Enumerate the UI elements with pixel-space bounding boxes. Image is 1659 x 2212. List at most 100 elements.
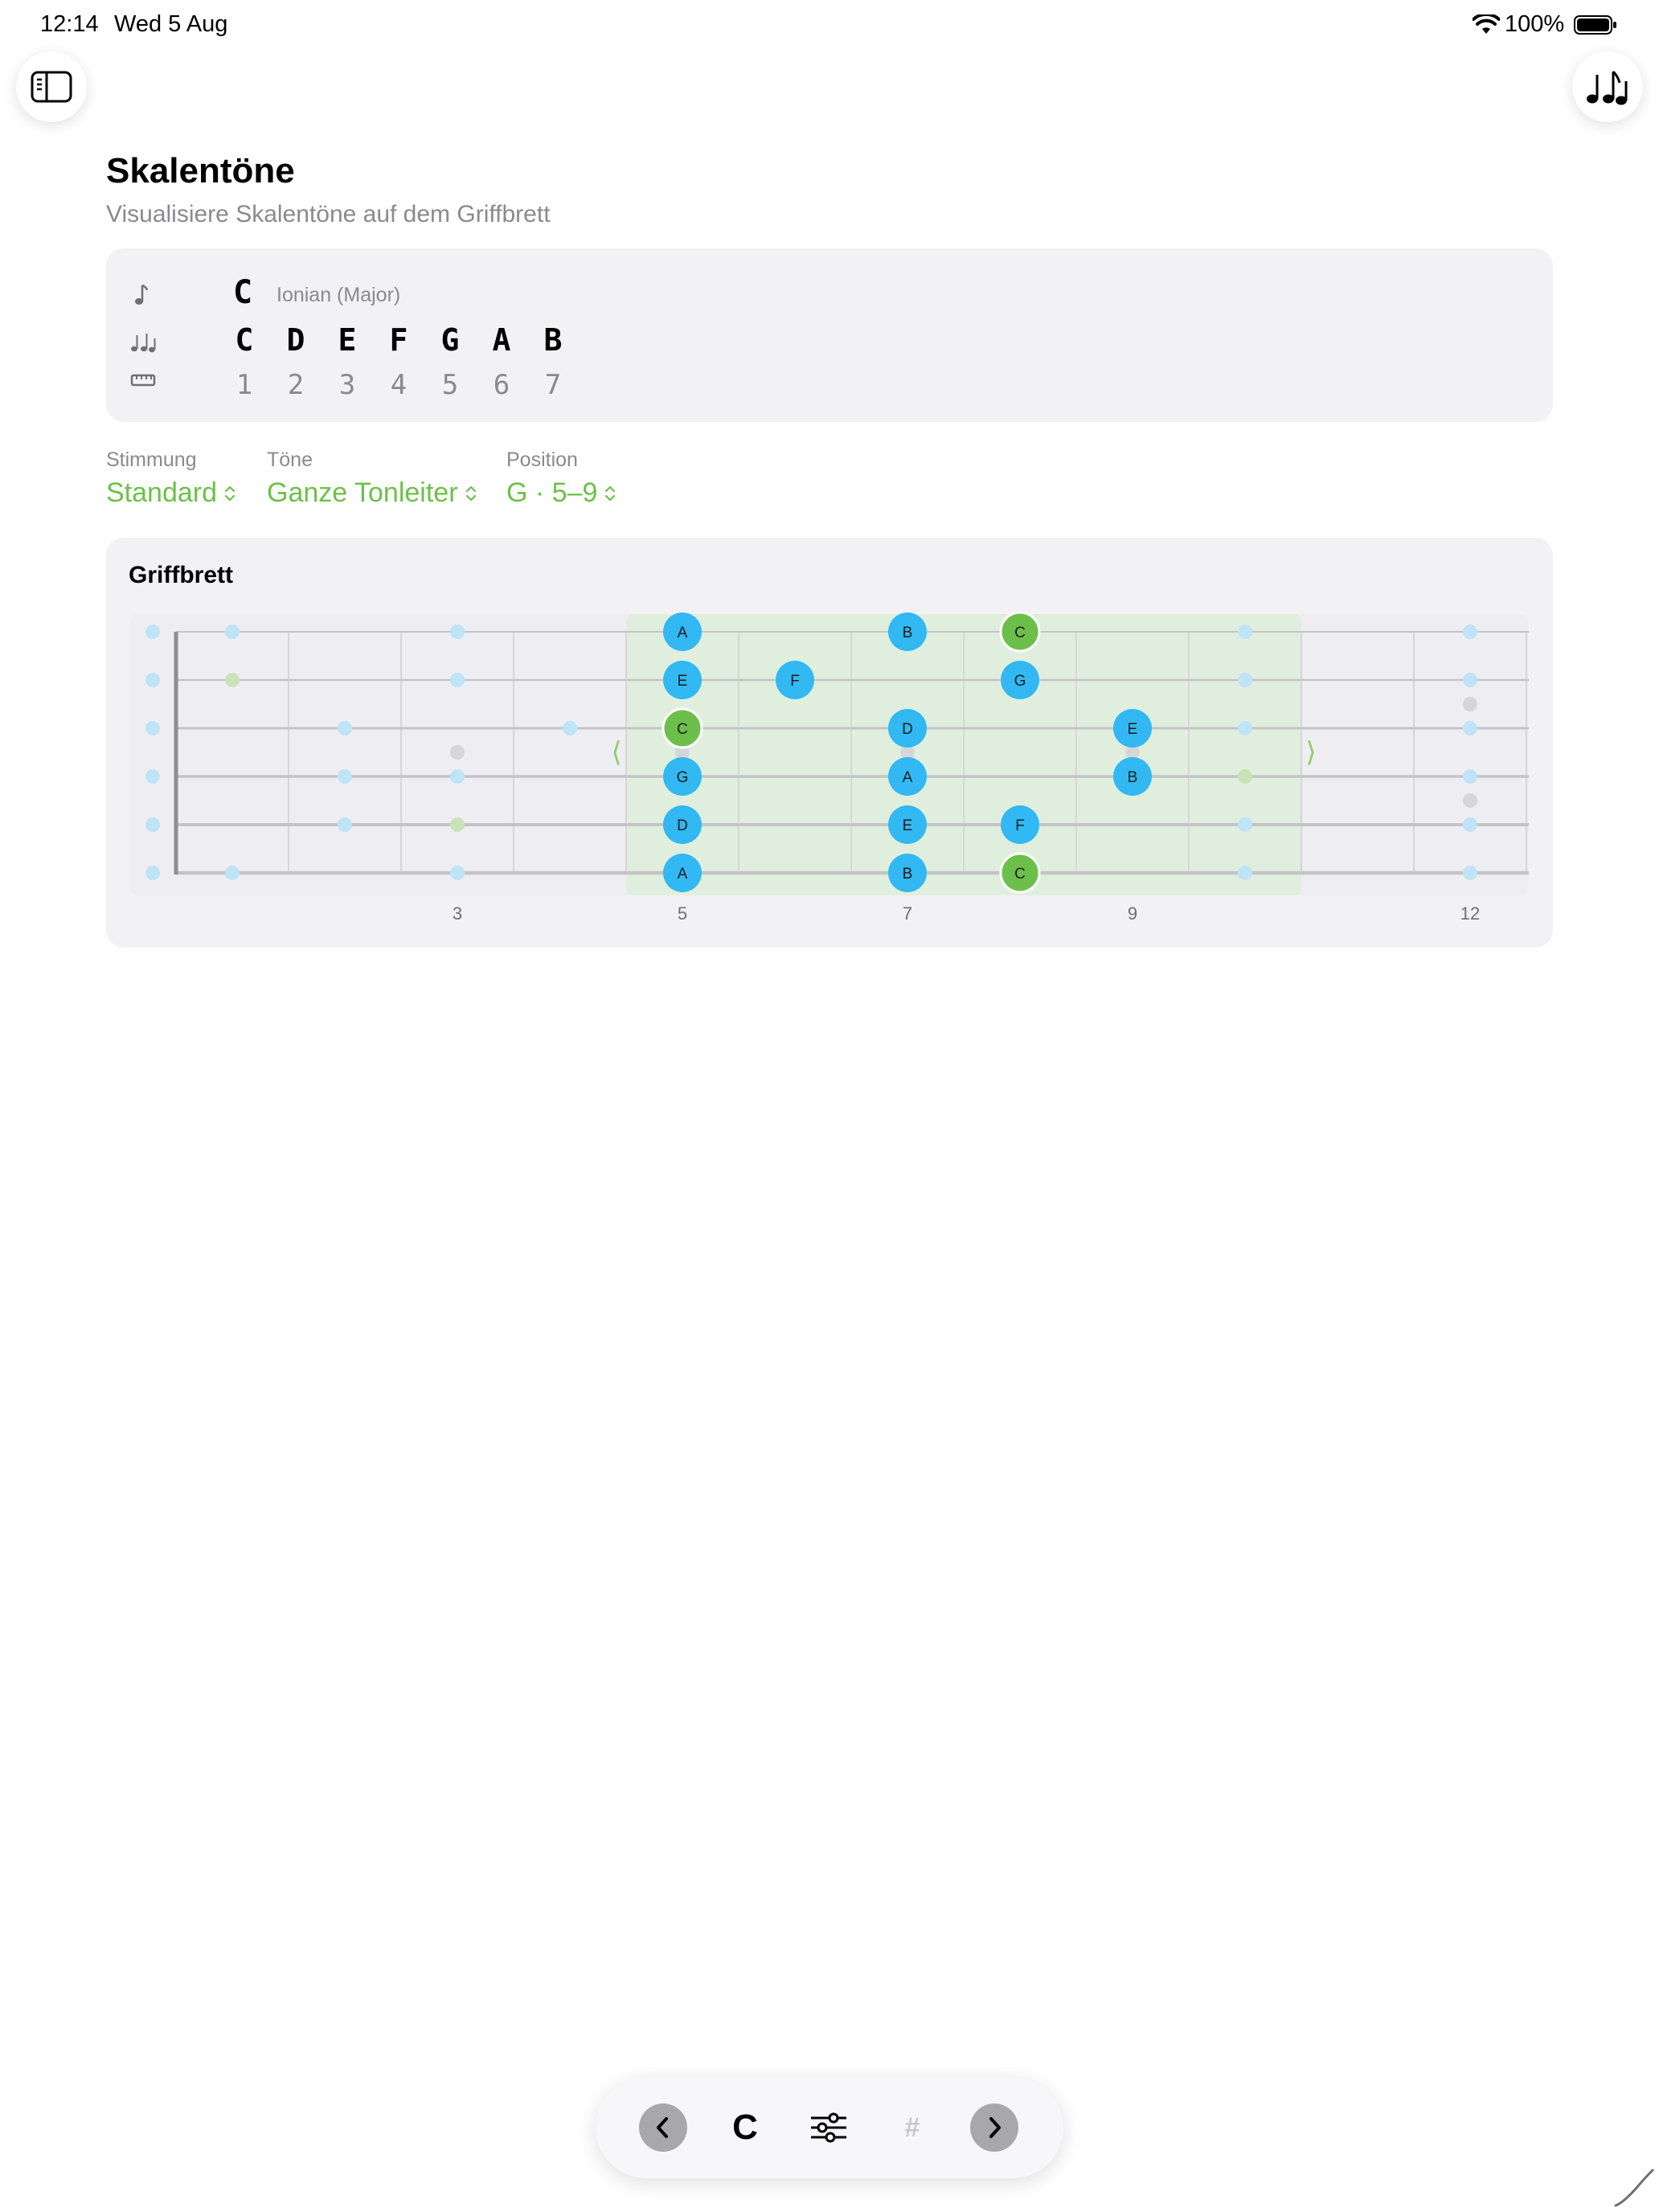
fretboard[interactable]: ⟨ ⟩ A B C E F G C D E G A B D E F A B C 3 5 7 9 12: [106, 538, 1553, 948]
faded-note-dot: [225, 673, 240, 687]
note-marker-label: A: [678, 625, 688, 641]
note-marker-label: E: [903, 817, 913, 834]
music-note-icon: [135, 284, 149, 305]
faded-note-dot: [450, 625, 465, 639]
faded-note-dot: [563, 721, 577, 735]
note-marker-label: A: [903, 769, 913, 786]
faded-note-dot: [145, 625, 160, 639]
page-subtitle: Visualisiere Skalentöne auf dem Griffbre…: [106, 201, 551, 227]
inlay-dot: [450, 745, 465, 760]
previous-key-button[interactable]: [639, 2103, 687, 2152]
faded-note-dot: [1238, 866, 1252, 880]
scale-note: D: [286, 322, 305, 358]
pencil-stroke-icon: [1614, 2169, 1654, 2207]
scale-note: G: [440, 322, 460, 358]
accidental-button[interactable]: #: [888, 2103, 936, 2152]
faded-note-dot: [145, 673, 160, 687]
note-marker-label: F: [790, 673, 800, 690]
music-button[interactable]: [1572, 51, 1643, 122]
faded-note-dot: [1238, 673, 1252, 687]
faded-note-dot: [1238, 769, 1252, 784]
note-marker-label: G: [1014, 673, 1026, 690]
fret-number-label: 7: [903, 903, 912, 924]
inlay-dot: [1463, 697, 1477, 711]
wifi-icon: [1473, 14, 1500, 34]
faded-note-dot: [338, 721, 352, 735]
faded-note-dot: [1463, 866, 1477, 880]
status-bar: 12:14 Wed 5 Aug 100%: [0, 0, 1659, 51]
key-button[interactable]: C: [721, 2103, 769, 2152]
faded-note-dot: [1238, 721, 1252, 735]
sidebar-toggle-button[interactable]: [16, 51, 87, 122]
faded-note-dot: [145, 866, 160, 880]
settings-button[interactable]: [805, 2103, 853, 2152]
chevron-left-icon: [657, 2117, 668, 2138]
fretboard-card: Griffbrett ⟨ ⟩ A B C E F G C D E G A B D E F A B C 3 5 7 9 12: [106, 538, 1553, 948]
position-value: G · 5–9: [506, 477, 598, 508]
scale-name: Ionian (Major): [276, 284, 401, 306]
scale-degree: 1: [236, 369, 253, 401]
note-marker-label: G: [677, 769, 689, 786]
scale-degree: 7: [544, 369, 562, 401]
scale-note: A: [492, 322, 511, 358]
chevron-up-down-icon: [605, 485, 616, 501]
tones-label: Töne: [267, 449, 313, 471]
faded-note-dot: [1463, 769, 1477, 784]
position-picker[interactable]: G · 5–9: [506, 477, 616, 509]
tuning-value: Standard: [106, 477, 217, 508]
tuning-picker[interactable]: Standard: [106, 477, 236, 509]
bottom-toolbar: C #: [596, 2077, 1063, 2178]
tuning-label: Stimmung: [106, 449, 197, 471]
fret-number-label: 12: [1460, 903, 1480, 924]
note-marker-label: E: [1128, 721, 1138, 738]
scale-degree: 5: [441, 369, 459, 401]
fret-number-label: 3: [453, 903, 462, 924]
note-marker-label: C: [1014, 866, 1026, 883]
faded-note-dot: [1238, 625, 1252, 639]
chevron-up-down-icon: [224, 485, 236, 501]
scale-degree: 2: [287, 369, 305, 401]
battery-percentage: 100%: [1505, 11, 1565, 37]
note-marker-label: A: [678, 866, 688, 883]
scale-info-card: C Ionian (Major) C D E F G A B 1 2 3 4 5…: [106, 248, 1553, 422]
faded-note-dot: [338, 817, 352, 832]
note-marker-label: D: [902, 721, 913, 738]
fret-number-label: 9: [1128, 903, 1137, 924]
position-label: Position: [506, 449, 578, 471]
faded-note-dot: [450, 769, 465, 784]
scale-note: B: [543, 322, 563, 358]
scale-degree: 4: [390, 369, 408, 401]
tones-value: Ganze Tonleiter: [267, 477, 458, 508]
note-marker-label: B: [903, 866, 913, 883]
note-marker-label: C: [1014, 625, 1026, 641]
faded-note-dot: [1463, 673, 1477, 687]
note-marker-label: F: [1015, 817, 1025, 834]
note-marker-label: B: [1128, 769, 1138, 786]
range-start-chevron: ⟨: [611, 736, 621, 768]
battery-icon: [1574, 15, 1616, 35]
faded-note-dot: [1463, 721, 1477, 735]
faded-note-dot: [225, 625, 240, 639]
faded-note-dot: [450, 817, 465, 832]
root-note: C: [233, 274, 253, 311]
faded-note-dot: [1463, 625, 1477, 639]
faded-note-dot: [1463, 817, 1477, 832]
note-marker-label: D: [677, 817, 688, 834]
tones-picker[interactable]: Ganze Tonleiter: [267, 477, 477, 509]
scale-note: C: [235, 322, 254, 358]
page-title: Skalentöne: [106, 151, 295, 190]
sliders-icon: [811, 2112, 846, 2143]
note-marker-label: B: [903, 625, 913, 641]
faded-note-dot: [225, 866, 240, 880]
faded-note-dot: [450, 866, 465, 880]
faded-note-dot: [145, 769, 160, 784]
scale-degree: 6: [493, 369, 510, 401]
music-notes-icon: [1587, 70, 1628, 105]
note-marker-label: C: [677, 721, 688, 738]
next-key-button[interactable]: [970, 2103, 1018, 2152]
range-end-chevron: ⟩: [1305, 736, 1316, 768]
faded-note-dot: [145, 817, 160, 832]
scale-degree: 3: [338, 369, 356, 401]
ruler-icon: [130, 374, 156, 387]
faded-note-dot: [338, 769, 352, 784]
